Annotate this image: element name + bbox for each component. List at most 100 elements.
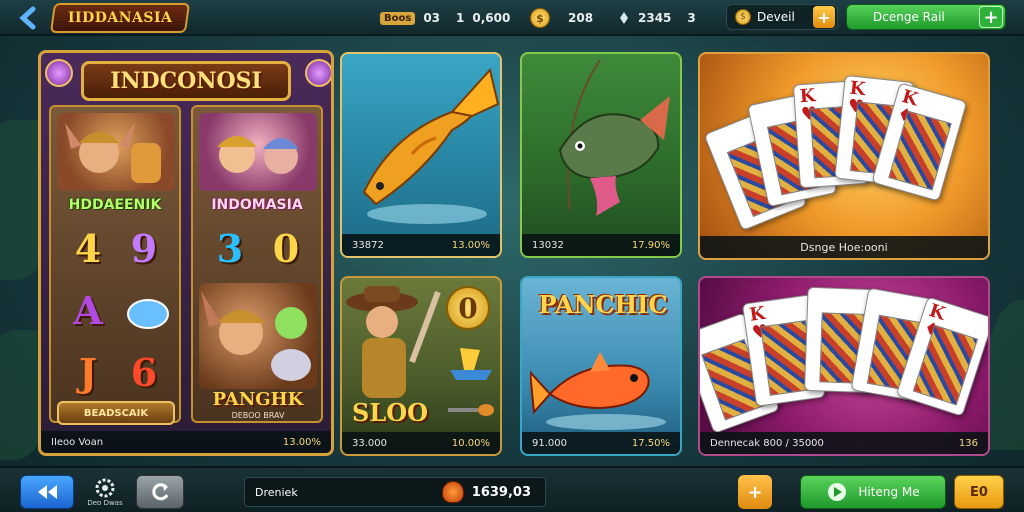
stat-a: 03 [423,11,441,25]
refresh-button[interactable] [136,475,184,509]
gem-balance: 2345 3 [618,8,696,28]
play-label: Hiteng Me [858,485,920,499]
coin-value: 208 [568,11,594,25]
fish-tile-3-title: SLOO [352,398,429,427]
slot-reel-right: INDOMASIA 3 0 PANGHK DEBOO BRAV [191,105,323,423]
coin-badge: 0 [446,286,490,330]
treasure-icon [450,348,492,380]
reel-subtitle: DEBOO BRAV [231,411,285,420]
app-logo: IIDDANASIA [49,3,191,33]
fish-tile-1-label: 33872 13.00% [342,234,500,256]
label-left: 91.000 [532,437,567,449]
balance-value: 1639,03 [471,484,531,500]
gem-suffix: 3 [687,11,696,25]
app-logo-text: IIDDANASIA [67,10,173,26]
coin-icon: $ [530,8,550,28]
gem-decoration-icon [305,59,331,87]
plus-icon: + [979,6,1003,28]
fish-tile-4-title: PANCHIC [538,290,668,319]
hooked-fish-icon [558,60,670,216]
fish-tile-4-label: 91.000 17.50% [522,432,680,454]
fish-game-tile-2[interactable]: 13032 17.90% [520,52,682,258]
label-left: 33872 [352,239,384,251]
slot-reel-button[interactable]: BEADSCAIK [57,401,175,425]
card-tile-1-label: Dsnge Hoe:ooni [700,236,988,258]
background-leaf [986,300,1024,450]
label-right: 13.00% [451,239,490,251]
lure-icon [448,404,494,416]
slot-tile-label: IIeoo Voan 13.00% [41,431,331,453]
slot-symbol: 3 [216,225,244,271]
label-left: 33.000 [352,437,387,449]
money-bag-icon: $ [735,9,751,25]
card-tile-2-label: Dennecak 800 / 35000 136 [700,432,988,454]
top-bar: IIDDANASIA Boos 03 1 0,600 $ 208 2345 3 … [0,0,1024,36]
label-right: 13.00% [282,436,321,448]
reel-title: PANGHK [212,389,304,410]
label-right: 17.90% [631,239,670,251]
deposit-label: Deveil [757,10,795,24]
stat-c: 0,600 [472,11,511,25]
gear-icon [95,478,115,498]
deposit-pill[interactable]: $ Deveil + [726,4,838,30]
settings-label: Deo Dwas [87,499,123,507]
menu-button[interactable]: E0 [954,475,1004,509]
stat-b: 1 [456,11,465,25]
balance-bar[interactable]: Dreniek 1639,03 [244,477,546,507]
goldfish-icon [530,352,666,430]
top-cta-label: Dcenge Rail [873,10,945,24]
fish-game-tile-3[interactable]: 0 SLOO 33.000 10.00% [340,276,502,456]
refresh-icon [152,483,169,501]
fish-tile-2-label: 13032 17.90% [522,234,680,256]
settings-button[interactable]: Deo Dwas [82,475,128,509]
fish-tile-3-label: 33.000 10.00% [342,432,500,454]
twins-icon [217,136,299,174]
bottom-bar: Deo Dwas Dreniek 1639,03 + Hiteng Me E0 [0,466,1024,512]
slot-game-tile[interactable]: INDCONOSI HDDAEENIK 4 9 A J 6 BEADSCAIK … [38,50,334,456]
gem-symbol-icon [123,287,173,337]
coin-balance: $ 208 [530,8,593,28]
label-right: 136 [958,437,978,449]
gem-icon [620,12,628,24]
slot-symbol: 0 [272,225,300,271]
slot-banner-text: INDCONOSI [110,68,262,94]
gem-value: 2345 [638,11,672,25]
label-left: 13032 [532,239,564,251]
jumping-fish-icon [362,67,500,224]
fish-game-tile-4[interactable]: PANCHIC 91.000 17.50% [520,276,682,456]
slot-symbol: 4 [74,225,102,271]
play-button[interactable]: Hiteng Me [800,475,946,509]
back-arrow-icon [19,6,36,30]
fisherman-icon [346,286,441,398]
search-text: Dreniek [255,485,298,499]
warrior-portrait-icon [199,283,317,389]
warrior-icon [65,123,161,183]
label-right: 17.50% [631,437,670,449]
slot-symbol: 6 [130,349,158,395]
slot-symbol: J [79,349,97,395]
card-game-tile-1[interactable]: A♠ K♣ K♥ K♥ K♦ Dsnge Hoe:ooni [698,52,990,260]
stat-tag: Boos [380,11,416,25]
label-left: IIeoo Voan [51,436,104,448]
play-icon [828,483,847,501]
stats-readout: Boos 03 1 0,600 [380,8,510,28]
slot-banner: INDCONOSI [81,61,291,101]
back-button[interactable] [12,3,46,33]
rewind-icon [38,485,57,499]
gem-decoration-icon [45,59,73,87]
slot-reel-left: HDDAEENIK 4 9 A J 6 BEADSCAIK [49,105,181,425]
reel-right-name: INDOMASIA [211,197,303,213]
fish-game-tile-1[interactable]: 33872 13.00% [340,52,502,258]
top-cta-button[interactable]: Dcenge Rail + [846,4,1006,30]
character-portrait [57,113,175,191]
rewind-button[interactable] [20,475,74,509]
reel-left-name: HDDAEENIK [68,197,162,213]
slot-symbol: A [73,287,103,333]
add-funds-button[interactable]: + [738,475,772,509]
label-left: Dennecak 800 / 35000 [710,437,824,449]
character-portrait [199,113,317,191]
deposit-plus-button[interactable]: + [813,6,835,28]
balance-readout: 1639,03 [441,481,531,503]
money-bag-icon [441,481,464,503]
card-game-tile-2[interactable]: A♠ K♥ K♠ K♠ K♦ Dennecak 800 / 35000 136 [698,276,990,456]
